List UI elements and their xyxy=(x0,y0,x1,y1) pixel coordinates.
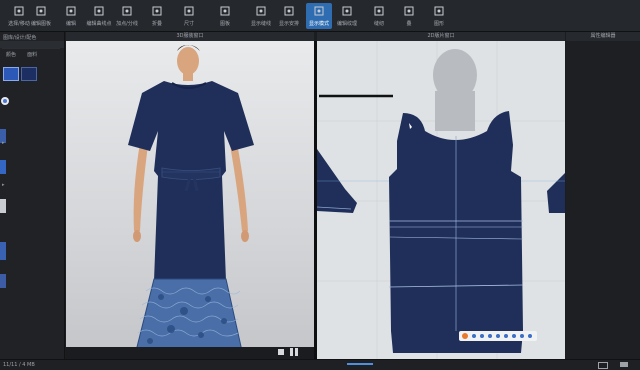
toolbar-tool-fold-arrange[interactable]: 叠 xyxy=(396,3,422,29)
fabric-swatch-2[interactable] xyxy=(21,67,37,81)
toolbar-tool-texture[interactable]: 编辑纹理 xyxy=(334,3,360,29)
avatar-dress-render xyxy=(110,45,270,357)
pattern-icon xyxy=(219,5,231,17)
toolbar-tool-label: 折叠 xyxy=(151,21,162,27)
stop-button[interactable] xyxy=(278,349,284,355)
pause-bar-right xyxy=(295,348,298,356)
playback-bar xyxy=(66,347,314,359)
toolbar-tool-label: 显示安排 xyxy=(278,21,299,27)
toolbar-tool-measure[interactable]: 尺寸 xyxy=(176,3,202,29)
toolbar-tool-label: 图板 xyxy=(219,21,230,27)
toolbar-tool-arrange[interactable]: 显示安排 xyxy=(276,3,302,29)
display-mode-icon xyxy=(313,5,325,17)
swatch-strip-2[interactable] xyxy=(0,160,6,174)
measure-icon xyxy=(183,5,195,17)
sewing-icon xyxy=(373,5,385,17)
property-panel xyxy=(566,41,640,359)
add-point-icon xyxy=(121,5,133,17)
arrange-icon xyxy=(283,5,295,17)
toolbar-tool-seam[interactable]: 显示缝线 xyxy=(248,3,274,29)
toolbar-tool-label: 加点/分线 xyxy=(116,21,138,27)
toolbar-tool-fold[interactable]: 折叠 xyxy=(144,3,170,29)
toolbar-tool-edit-pattern[interactable]: 编辑图板 xyxy=(28,3,54,29)
toolbar-tool-curve-point[interactable]: 编辑曲线点 xyxy=(86,3,112,29)
toolbar-tool-label: 显示模式 xyxy=(308,21,329,27)
toolbar-tool-label: 图形 xyxy=(433,21,444,27)
select-icon xyxy=(13,5,25,17)
status-bar: 11/11 / 4 MB xyxy=(0,359,640,370)
sidebar-label-2: ▸ xyxy=(2,182,5,188)
toolbar-tool-label: 叠 xyxy=(406,21,412,27)
toolbar-tool-display-mode[interactable]: 显示模式 xyxy=(306,3,332,29)
curve-point-icon xyxy=(93,5,105,17)
color-wheel-icon[interactable] xyxy=(0,95,10,107)
panel-header-2d: 2D版片窗口 xyxy=(317,32,565,41)
main-toolbar: 选择/移动 编辑图板 编辑 编辑曲线点 加点/分线 折叠 尺寸 图板 显示缝线 显示安排 显示模式 编… xyxy=(0,0,640,32)
pause-button[interactable] xyxy=(290,348,293,356)
tab-fabric[interactable]: 面料 xyxy=(27,52,37,58)
edit-icon xyxy=(65,5,77,17)
library-sidebar: 图库/设计/配色 颜色 面料 ▸ ▸ xyxy=(0,32,65,369)
viewport-2d[interactable] xyxy=(317,41,565,359)
toolbar-tool-label: 编辑 xyxy=(65,21,76,27)
swatch-strip-5[interactable] xyxy=(0,274,6,288)
pattern-pieces xyxy=(317,41,565,359)
swatch-strip-3[interactable] xyxy=(0,199,6,213)
toolbar-tool-label: 选择/移动 xyxy=(8,21,30,27)
toolbar-tool-add-point[interactable]: 加点/分线 xyxy=(114,3,140,29)
toolbar-tool-graphic[interactable]: 图形 xyxy=(426,3,452,29)
fold-arrange-icon xyxy=(403,5,415,17)
toolbar-tool-label: 编辑纹理 xyxy=(336,21,357,27)
timeline-slider[interactable] xyxy=(347,363,373,365)
edit-pattern-icon xyxy=(35,5,47,17)
sidebar-label-1: ▸ xyxy=(2,140,5,146)
status-text: 11/11 / 4 MB xyxy=(3,362,35,368)
swatch-strip-4[interactable] xyxy=(0,242,6,260)
panel-header-right: 属性编辑器 xyxy=(566,32,640,41)
pattern-mini-toolbar[interactable] xyxy=(459,331,537,341)
toolbar-tool-label: 编辑图板 xyxy=(30,21,51,27)
texture-icon xyxy=(341,5,353,17)
tab-color[interactable]: 颜色 xyxy=(6,52,16,58)
seam-icon xyxy=(255,5,267,17)
graphic-icon xyxy=(433,5,445,17)
toolbar-tool-label: 编辑曲线点 xyxy=(86,21,112,27)
panel-header-3d: 3D服装窗口 xyxy=(66,32,314,41)
toolbar-tool-sewing[interactable]: 缝纫 xyxy=(366,3,392,29)
toolbar-tool-label: 显示缝线 xyxy=(250,21,271,27)
toolbar-tool-edit[interactable]: 编辑 xyxy=(58,3,84,29)
settings-icon[interactable] xyxy=(620,362,628,367)
toolbar-tool-label: 缝纫 xyxy=(373,21,384,27)
sidebar-tabs: 颜色 面料 xyxy=(0,41,64,58)
fabric-swatch-1[interactable] xyxy=(3,67,19,81)
viewport-3d[interactable] xyxy=(66,41,314,359)
toolbar-tool-pattern[interactable]: 图板 xyxy=(212,3,238,29)
screen-icon[interactable] xyxy=(598,362,608,369)
toolbar-tool-label: 尺寸 xyxy=(183,21,194,27)
fold-icon xyxy=(151,5,163,17)
